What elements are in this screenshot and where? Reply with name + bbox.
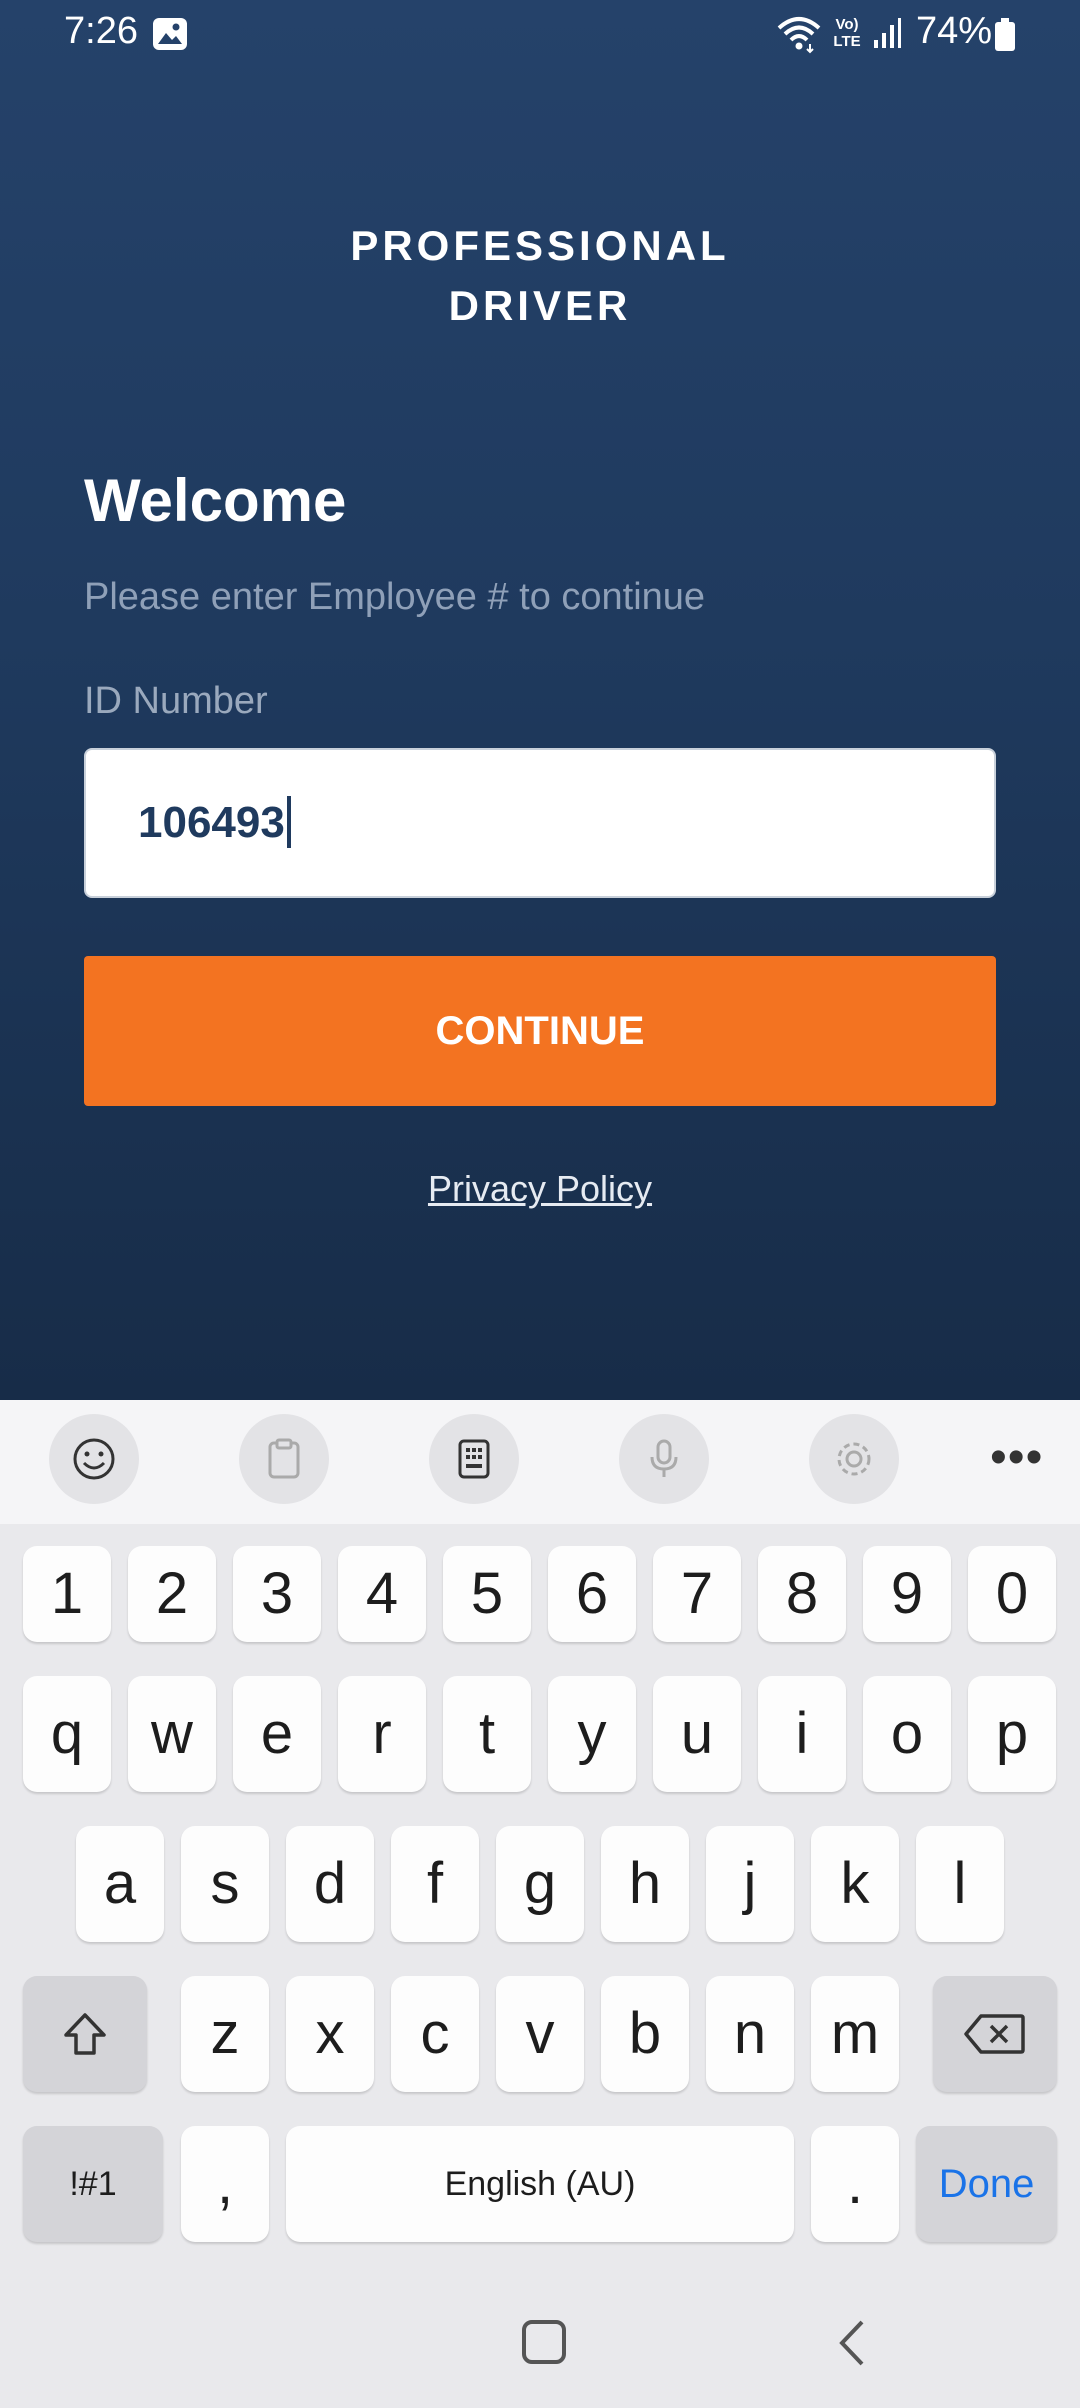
emoji-icon (73, 1438, 115, 1480)
key-1[interactable]: 1 (23, 1546, 111, 1642)
key-6[interactable]: 6 (548, 1546, 636, 1642)
id-number-label: ID Number (84, 680, 268, 722)
key-p[interactable]: p (968, 1676, 1056, 1792)
keyboard-layout-button[interactable] (429, 1414, 519, 1504)
status-bar: 7:26 Vo) LTE 74% (0, 0, 1080, 70)
key-4[interactable]: 4 (338, 1546, 426, 1642)
key-o[interactable]: o (863, 1676, 951, 1792)
key-u[interactable]: u (653, 1676, 741, 1792)
key-2[interactable]: 2 (128, 1546, 216, 1642)
signal-icon (872, 16, 902, 50)
key-x[interactable]: x (286, 1976, 374, 2092)
status-time: 7:26 (64, 10, 138, 52)
microphone-icon (650, 1439, 678, 1477)
shift-key[interactable] (23, 1976, 147, 2092)
key-w[interactable]: w (128, 1676, 216, 1792)
text-caret (286, 796, 291, 849)
battery-level: 74% (916, 10, 993, 52)
done-key[interactable]: Done (916, 2126, 1057, 2242)
symbols-key[interactable]: !#1 (23, 2126, 163, 2242)
key-0[interactable]: 0 (968, 1546, 1056, 1642)
comma-key[interactable]: , (181, 2126, 269, 2242)
key-5[interactable]: 5 (443, 1546, 531, 1642)
volte-icon: Vo) LTE (833, 16, 861, 50)
key-c[interactable]: c (391, 1976, 479, 2092)
key-7[interactable]: 7 (653, 1546, 741, 1642)
key-s[interactable]: s (181, 1826, 269, 1942)
backspace-icon (964, 2014, 1025, 2054)
key-f[interactable]: f (391, 1826, 479, 1942)
app-screen: 7:26 Vo) LTE 74% PROFESSIONAL DRIVER Wel… (0, 0, 1080, 1400)
keyboard: 1 2 3 4 5 6 7 8 9 0 q w e r t y u i o p … (0, 1524, 1080, 2272)
key-9[interactable]: 9 (863, 1546, 951, 1642)
clipboard-icon (268, 1438, 300, 1479)
key-i[interactable]: i (758, 1676, 846, 1792)
space-key[interactable]: English (AU) (286, 2126, 794, 2242)
more-icon[interactable]: ••• (990, 1430, 1043, 1485)
key-m[interactable]: m (811, 1976, 899, 2092)
id-number-value: 106493 (138, 798, 285, 847)
page-title: Welcome (84, 467, 347, 534)
voice-input-button[interactable] (619, 1414, 709, 1504)
key-b[interactable]: b (601, 1976, 689, 2092)
backspace-key[interactable] (933, 1976, 1057, 2092)
privacy-policy-wrap: Privacy Policy (0, 1168, 1080, 1210)
key-t[interactable]: t (443, 1676, 531, 1792)
continue-button[interactable]: CONTINUE (84, 956, 996, 1106)
back-icon[interactable] (832, 2318, 872, 2368)
wifi-icon (776, 14, 822, 54)
key-d[interactable]: d (286, 1826, 374, 1942)
key-k[interactable]: k (811, 1826, 899, 1942)
key-j[interactable]: j (706, 1826, 794, 1942)
clipboard-button[interactable] (239, 1414, 329, 1504)
key-g[interactable]: g (496, 1826, 584, 1942)
key-n[interactable]: n (706, 1976, 794, 2092)
id-number-input[interactable]: 106493 (84, 748, 996, 898)
key-v[interactable]: v (496, 1976, 584, 2092)
privacy-policy-link[interactable]: Privacy Policy (428, 1168, 652, 1209)
keyboard-layout-icon (458, 1439, 490, 1479)
brand-logo-line-2: DRIVER (448, 282, 632, 329)
emoji-button[interactable] (49, 1414, 139, 1504)
id-number-value-wrap: 106493 (138, 796, 291, 849)
period-key[interactable]: . (811, 2126, 899, 2242)
battery-icon (994, 18, 1016, 52)
key-q[interactable]: q (23, 1676, 111, 1792)
key-3[interactable]: 3 (233, 1546, 321, 1642)
settings-icon (837, 1442, 871, 1476)
shift-icon (64, 2013, 106, 2055)
key-8[interactable]: 8 (758, 1546, 846, 1642)
key-h[interactable]: h (601, 1826, 689, 1942)
key-a[interactable]: a (76, 1826, 164, 1942)
key-e[interactable]: e (233, 1676, 321, 1792)
key-r[interactable]: r (338, 1676, 426, 1792)
key-y[interactable]: y (548, 1676, 636, 1792)
key-l[interactable]: l (916, 1826, 1004, 1942)
key-z[interactable]: z (181, 1976, 269, 2092)
home-icon[interactable] (522, 2320, 566, 2364)
keyboard-toolbar: ••• (0, 1400, 1080, 1524)
page-subtitle: Please enter Employee # to continue (84, 576, 706, 618)
gallery-notification-icon (152, 17, 188, 51)
keyboard-settings-button[interactable] (809, 1414, 899, 1504)
brand-logo-line-1: PROFESSIONAL (350, 222, 730, 269)
